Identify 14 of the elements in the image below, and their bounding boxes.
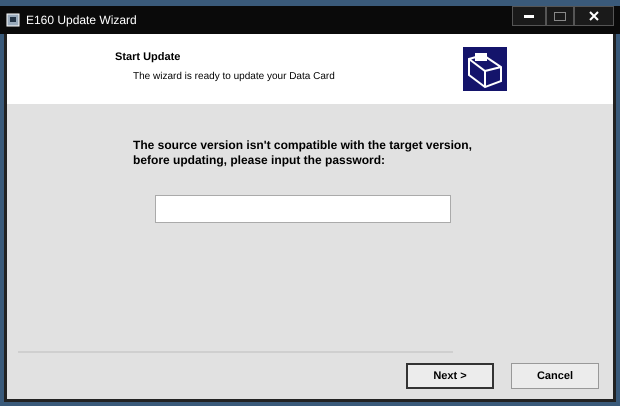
header-subtitle: The wizard is ready to update your Data Card — [133, 70, 335, 84]
close-icon — [589, 11, 599, 21]
password-field[interactable] — [155, 195, 451, 223]
header-title: Start Update — [115, 50, 182, 65]
maximize-button[interactable] — [546, 6, 574, 26]
minimize-icon — [524, 14, 534, 18]
close-button[interactable] — [574, 6, 614, 26]
message-text: The source version isn't compatible with the target version, before updating, please input the password: — [133, 138, 473, 168]
device-icon — [463, 47, 507, 91]
maximize-icon — [554, 12, 566, 20]
minimize-button[interactable] — [512, 6, 546, 26]
window-title: E160 Update Wizard — [26, 12, 137, 29]
wizard-button[interactable]: Next > — [406, 363, 494, 389]
wizard-button[interactable]: Cancel — [511, 363, 599, 389]
